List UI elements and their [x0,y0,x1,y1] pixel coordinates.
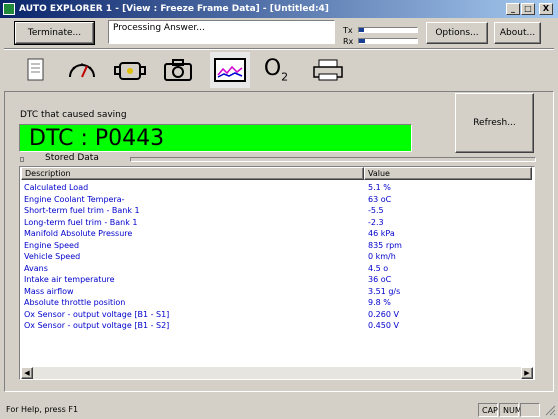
row-description: Calculated Load [24,183,89,192]
engine-icon [114,62,146,80]
table-row[interactable]: Long-term fuel trim - Bank 1 -2.3 [20,217,532,229]
row-value: -2.3 [368,217,384,227]
close-button[interactable]: X [539,3,553,15]
row-description: Engine Speed [24,240,80,250]
gauge-icon [69,63,95,78]
table-row[interactable]: Calculated Load 5.1 % [20,182,532,194]
tx-meter-fill [359,28,364,32]
row-description: Mass airflow [24,286,74,296]
about-button[interactable]: About... [494,22,541,44]
o2-sensor-icon: O2 [263,56,289,84]
camera-tool[interactable] [160,52,196,88]
options-button[interactable]: Options... [426,22,488,44]
row-value: 36 oC [368,275,392,284]
dtc-display: DTC : P0443 [19,124,412,152]
scroll-left-button[interactable]: ◀ [21,367,33,379]
row-value: 0 km/h [368,252,396,261]
engine-tool[interactable] [112,52,148,88]
gauge-tool[interactable] [64,52,100,88]
row-description: Engine Coolant Tempera- [24,194,125,204]
status-bar: For Help, press F1 CAP NUM [0,402,558,418]
row-value: 0.450 V [368,321,399,330]
graph-icon [214,58,246,82]
dtc-caption: DTC that caused saving [20,110,127,120]
camera-icon [164,59,192,81]
minimize-button[interactable]: _ [506,3,520,15]
row-value: -5.5 [368,206,384,215]
row-description: Long-term fuel trim - Bank 1 [24,217,138,227]
table-row[interactable]: Engine Coolant Tempera- 63 oC [20,194,532,206]
rx-meter-fill [359,39,365,43]
document-tool[interactable] [18,52,54,88]
table-row[interactable]: Absolute throttle position 9.8 % [20,297,532,309]
refresh-button[interactable]: Refresh... [455,93,534,153]
maximize-button[interactable]: □ [521,3,535,15]
scroll-indicator [520,403,540,417]
horizontal-scrollbar[interactable]: ◀ ▶ [21,367,533,379]
graph-tool[interactable] [210,52,250,88]
row-value: 5.1 % [368,183,391,192]
printer-tool[interactable] [310,52,346,88]
table-row[interactable]: Mass airflow 3.51 g/s [20,286,532,298]
row-value: 4.5 o [368,263,389,273]
row-value: 63 oC [368,194,392,204]
row-description: Intake air temperature [24,275,115,284]
cap-indicator: CAP [478,403,498,417]
tx-label: Tx [343,26,353,35]
app-icon [3,3,15,15]
resize-grip[interactable] [541,403,556,417]
row-description: Vehicle Speed [24,252,81,261]
row-value: 835 rpm [368,240,402,250]
status-box: Processing Answer... [108,20,335,44]
table-row[interactable]: Ox Sensor - output voltage [B1 - S1] 0.26… [20,309,532,321]
table-row[interactable]: Ox Sensor - output voltage [B1 - S2] 0.45… [20,320,532,332]
row-value: 46 kPa [368,229,395,238]
row-description: Absolute throttle position [24,298,126,307]
window-title: AUTO EXPLORER 1 - [View : Freeze Frame D… [19,4,329,14]
scroll-right-button[interactable]: ▶ [521,367,533,379]
table-row[interactable]: Vehicle Speed 0 km/h [20,251,532,263]
row-description: Avans [24,263,48,273]
tx-meter [358,27,418,33]
document-icon [27,58,44,81]
row-value: 0.260 V [368,309,399,319]
stored-data-list[interactable]: Description Value Calculated Load 5.1 % E… [19,166,535,380]
column-header-value[interactable]: Value [364,167,532,180]
row-description: Short-term fuel trim - Bank 1 [24,206,140,215]
row-description: Ox Sensor - output voltage [B1 - S1] [24,309,170,319]
stored-data-label: Stored Data [42,153,102,163]
o2-sensor-tool[interactable]: O2 [258,52,294,88]
rx-label: Rx [343,37,354,46]
row-description: Ox Sensor - output voltage [B1 - S2] [24,321,170,330]
printer-icon [313,59,343,81]
row-value: 9.8 % [368,298,391,307]
table-row[interactable]: Avans 4.5 o [20,263,532,275]
table-row[interactable]: Engine Speed 835 rpm [20,240,532,252]
table-row[interactable]: Short-term fuel trim - Bank 1 -5.5 [20,205,532,217]
rx-meter [358,38,418,44]
table-row[interactable]: Manifold Absolute Pressure 46 kPa [20,228,532,240]
help-text: For Help, press F1 [6,405,79,414]
column-header-description[interactable]: Description [21,167,364,180]
num-indicator: NUM [499,403,522,417]
table-row[interactable]: Intake air temperature 36 oC [20,274,532,286]
terminate-button[interactable]: Terminate... [14,21,95,45]
toolbar-separator [4,48,554,50]
title-bar[interactable]: AUTO EXPLORER 1 - [View : Freeze Frame D… [0,0,558,18]
row-description: Manifold Absolute Pressure [24,229,133,238]
row-value: 3.51 g/s [368,286,401,296]
